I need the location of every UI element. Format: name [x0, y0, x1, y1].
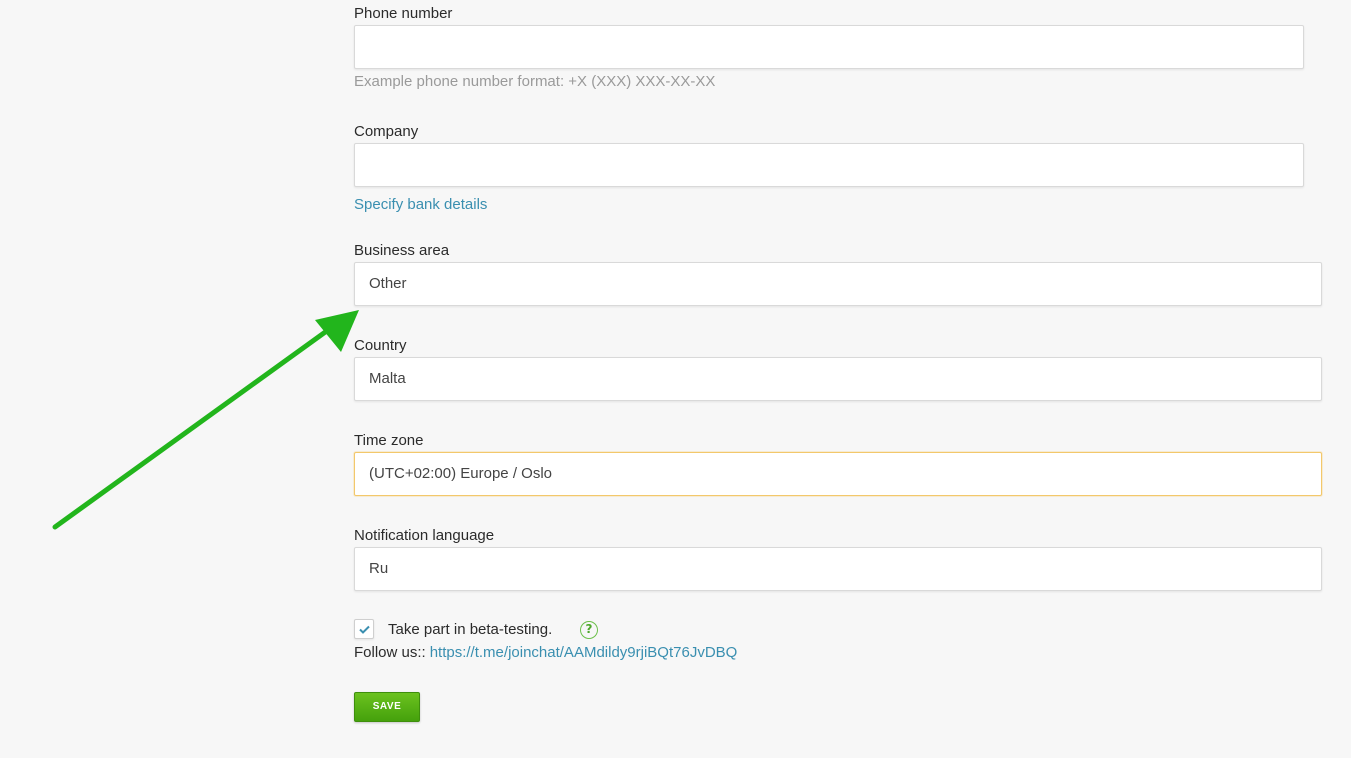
company-input[interactable]	[354, 143, 1304, 187]
country-label: Country	[354, 337, 407, 354]
company-label: Company	[354, 123, 419, 140]
follow-us-label: Follow us::	[354, 644, 426, 661]
specify-bank-details-link[interactable]: Specify bank details	[354, 196, 487, 214]
phone-number-input[interactable]	[354, 25, 1304, 69]
time-zone-label: Time zone	[354, 432, 424, 449]
telegram-link[interactable]: https://t.me/joinchat/AAMdildy9rjiBQt76J…	[430, 644, 738, 661]
beta-testing-label: Take part in beta-testing.	[388, 621, 553, 638]
time-zone-select[interactable]: (UTC+02:00) Europe / Oslo	[354, 452, 1322, 496]
country-select[interactable]: Malta	[354, 357, 1322, 401]
phone-format-hint: Example phone number format: +X (XXX) XX…	[354, 73, 716, 90]
business-area-select[interactable]: Other	[354, 262, 1322, 306]
phone-number-label: Phone number	[354, 5, 453, 22]
beta-testing-checkbox[interactable]	[354, 619, 374, 639]
check-icon	[359, 625, 370, 634]
notification-language-select[interactable]: Ru	[354, 547, 1322, 591]
notification-language-label: Notification language	[354, 527, 495, 544]
save-button[interactable]: SAVE	[354, 692, 420, 722]
business-area-label: Business area	[354, 242, 450, 259]
follow-us-row: Follow us:: https://t.me/joinchat/AAMdild…	[354, 644, 737, 662]
question-circle-icon[interactable]: ?	[580, 621, 598, 639]
